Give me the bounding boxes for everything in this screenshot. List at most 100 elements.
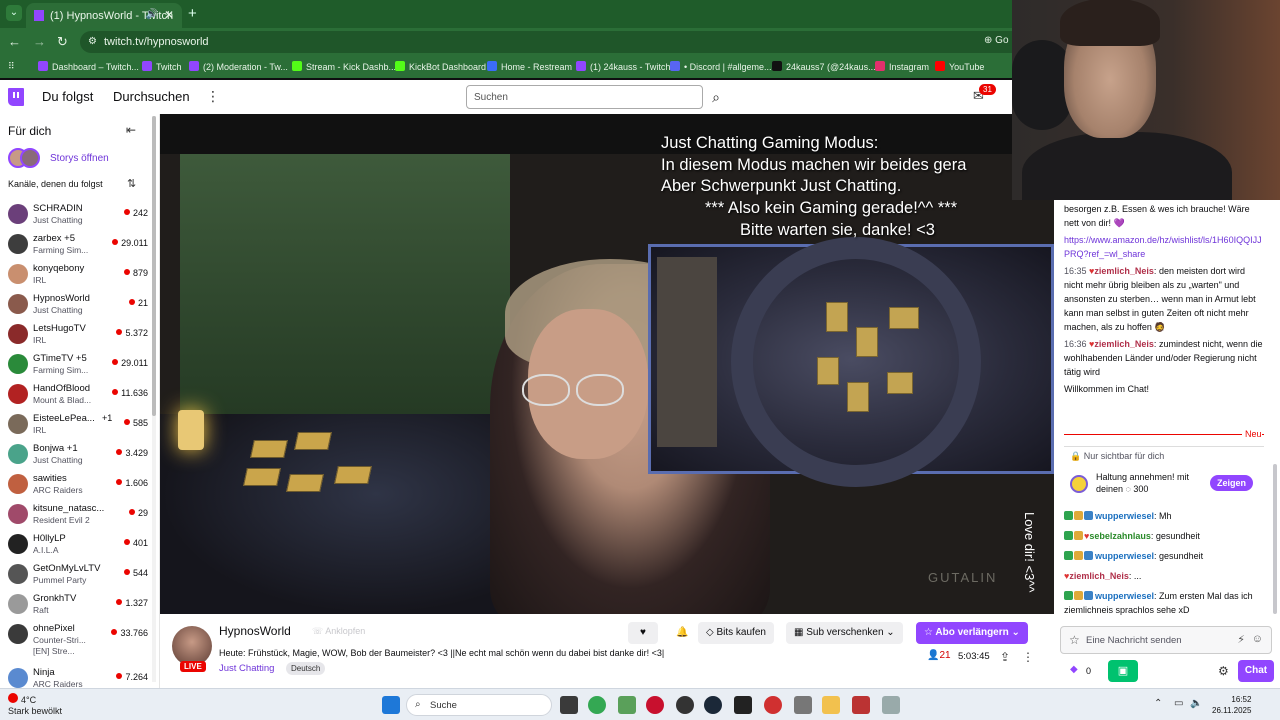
sidebar-channel[interactable]: GronkhTV Raft 1.327 (0, 590, 150, 620)
tab-list-dropdown[interactable]: ⌄ (6, 5, 22, 21)
weather-widget[interactable]: 4°C Stark bewölkt (8, 693, 62, 717)
taskbar-search[interactable]: ⌕ Suche (406, 694, 552, 716)
epic-games-icon[interactable] (734, 696, 752, 714)
notification-bell-button[interactable]: 🔔 (668, 622, 696, 644)
nav-following[interactable]: Du folgst (42, 89, 93, 104)
chat-username[interactable]: wupperwiesel (1095, 551, 1154, 561)
star-icon[interactable]: ☆ (1069, 633, 1080, 647)
sidebar-channel[interactable]: Bonjwa +1 Just Chatting 3.429 (0, 440, 150, 470)
chat-scrollbar[interactable] (1273, 464, 1277, 614)
chat-send-button[interactable]: Chat (1238, 660, 1274, 682)
sidebar-channel[interactable]: LetsHugoTV IRL 5.372 (0, 320, 150, 350)
bookmark-3[interactable]: Stream - Kick Dashb... (292, 61, 396, 72)
search-input[interactable]: Suchen (466, 85, 703, 109)
sidebar-channel[interactable]: Ninja ARC Raiders 7.264 (0, 664, 150, 688)
chat-username[interactable]: sebelzahnlaus (1089, 531, 1151, 541)
nav-browse[interactable]: Durchsuchen (113, 89, 190, 104)
sidebar-channel[interactable]: H0llyLP A.I.L.A 401 (0, 530, 150, 560)
streamer-name[interactable]: HypnosWorld (219, 624, 291, 638)
tray-overflow-icon[interactable]: ⌃ (1154, 698, 1162, 709)
sidebar-channel[interactable]: zarbex +5 Farming Sim... 29.011 (0, 230, 150, 260)
new-tab-button[interactable]: + (188, 5, 197, 22)
bookmark-0[interactable]: Dashboard – Twitch... (38, 61, 139, 72)
close-tab-icon[interactable]: ✕ (164, 8, 174, 22)
bookmark-6[interactable]: (1) 24kauss - Twitch (576, 61, 670, 72)
knock-button[interactable]: ☏ Anklopfen (312, 626, 365, 637)
system-clock[interactable]: 16:52 26.11.2025 (1212, 694, 1251, 716)
language-tag[interactable]: Deutsch (286, 662, 326, 675)
sidebar-channel[interactable]: sawities ARC Raiders 1.606 (0, 470, 150, 500)
bits-icon[interactable]: ◆ (1070, 664, 1078, 675)
gift-sub-button[interactable]: ▦ Sub verschenken ⌄ (786, 622, 903, 644)
windows-start-icon[interactable] (382, 696, 400, 714)
stream-category-link[interactable]: Just Chatting (219, 663, 274, 674)
hype-icon[interactable]: ⚡ (1237, 633, 1245, 646)
chat-username[interactable]: ziemlich_Neis (1069, 571, 1129, 581)
bookmark-1[interactable]: Twitch (142, 61, 182, 72)
chat-username[interactable]: ziemlich_Neis (1094, 339, 1154, 349)
bookmark-10[interactable]: YouTube (935, 61, 984, 72)
sidebar-channel[interactable]: kitsune_natasc... Resident Evil 2 29 (0, 500, 150, 530)
bookmark-5[interactable]: Home - Restream (487, 61, 572, 72)
sidebar-channel[interactable]: GetOnMyLvLTV Pummel Party 544 (0, 560, 150, 590)
app-circle-icon[interactable] (676, 696, 694, 714)
mouse-app-icon[interactable] (794, 696, 812, 714)
calculator-icon[interactable] (618, 696, 636, 714)
browser-tab-active[interactable]: (1) HypnosWorld - Twitch 🔊 ✕ (26, 3, 182, 28)
renew-sub-button[interactable]: ☆ Abo verlängern ⌄ (916, 622, 1028, 644)
emote-picker-icon[interactable]: ☺ (1252, 633, 1263, 645)
network-icon[interactable]: ▭ (1174, 698, 1183, 709)
sidebar-channel[interactable]: ohnePixel Counter-Stri... [EN] Stre... 33.7… (0, 620, 150, 660)
more-menu-icon[interactable]: ⋮ (206, 88, 220, 105)
file-explorer-icon[interactable] (822, 696, 840, 714)
chat-settings-icon[interactable]: ⚙ (1218, 664, 1229, 678)
sidebar-channel[interactable]: konyqebony IRL 879 (0, 260, 150, 290)
bookmark-7[interactable]: • Discord | #allgeme... (670, 61, 772, 72)
steam-icon[interactable] (704, 696, 722, 714)
chat-username[interactable]: ziemlich_Neis (1094, 266, 1154, 276)
sidebar-channel[interactable]: SCHRADIN Just Chatting 242 (0, 200, 150, 230)
audio-playing-icon[interactable]: 🔊 (146, 9, 158, 20)
sidebar-channel[interactable]: HypnosWorld Just Chatting 21 (0, 290, 150, 320)
wishlist-link[interactable]: https://www.amazon.de/hz/wishlist/ls/1H6… (1064, 235, 1262, 259)
sort-icon[interactable]: ⇅ (127, 177, 136, 190)
search-icon[interactable]: ⌕ (704, 85, 728, 109)
video-player[interactable]: Just Chatting Gaming Modus: In diesem Mo… (160, 114, 1054, 614)
avatar (8, 564, 28, 584)
twitch-logo-icon[interactable] (8, 88, 24, 106)
bookmark-4[interactable]: KickBot Dashboard (395, 61, 486, 72)
task-view-icon[interactable] (560, 696, 578, 714)
chat-username[interactable]: wupperwiesel (1095, 511, 1154, 521)
settings-app-icon[interactable] (882, 696, 900, 714)
chat-username[interactable]: wupperwiesel (1095, 591, 1154, 601)
show-reward-button[interactable]: Zeigen (1210, 475, 1254, 491)
more-options-icon[interactable]: ⋮ (1022, 650, 1034, 664)
chrome-icon[interactable] (588, 696, 606, 714)
follow-heart-button[interactable]: ♥ (628, 622, 658, 644)
bookmark-8[interactable]: 24kauss7 (@24kaus... (772, 61, 876, 72)
volume-icon[interactable]: 🔈 (1190, 698, 1202, 709)
opera-icon[interactable] (764, 696, 782, 714)
app-dark-red-icon[interactable] (852, 696, 870, 714)
site-info-icon[interactable]: ⚙ (88, 36, 97, 47)
bookmark-2[interactable]: (2) Moderation - Tw... (189, 61, 288, 72)
channel-points-button[interactable]: ▣ (1108, 660, 1138, 682)
sidebar-scrollbar[interactable] (152, 116, 156, 682)
reload-icon[interactable]: ↻ (57, 34, 68, 50)
share-icon[interactable]: ⇪ (1000, 650, 1010, 664)
buy-bits-button[interactable]: ◇ Bits kaufen (698, 622, 774, 644)
sidebar-channel[interactable]: EisteeLePea... +1 IRL 585 (0, 410, 150, 440)
bookmark-9[interactable]: Instagram (875, 61, 929, 72)
sidebar-channel[interactable]: HandOfBlood Mount & Blad... 11.636 (0, 380, 150, 410)
apps-grid-icon[interactable]: ⠿ (8, 61, 15, 72)
app-red-icon[interactable] (646, 696, 664, 714)
streamer-avatar[interactable] (172, 626, 212, 666)
chat-message-input[interactable]: ☆ Eine Nachricht senden ⚡ ☺ (1060, 626, 1272, 654)
sidebar-channel[interactable]: GTimeTV +5 Farming Sim... 29.011 (0, 350, 150, 380)
forward-icon[interactable]: → (33, 34, 46, 49)
sidebar-scroll-thumb[interactable] (152, 116, 156, 416)
back-icon[interactable]: ← (8, 34, 21, 49)
url-field[interactable]: ⚙ twitch.tv/hypnosworld (80, 31, 1080, 53)
google-lens-button[interactable]: ⊕ Go (984, 35, 1009, 46)
collapse-sidebar-icon[interactable]: ⇤ (126, 123, 136, 137)
